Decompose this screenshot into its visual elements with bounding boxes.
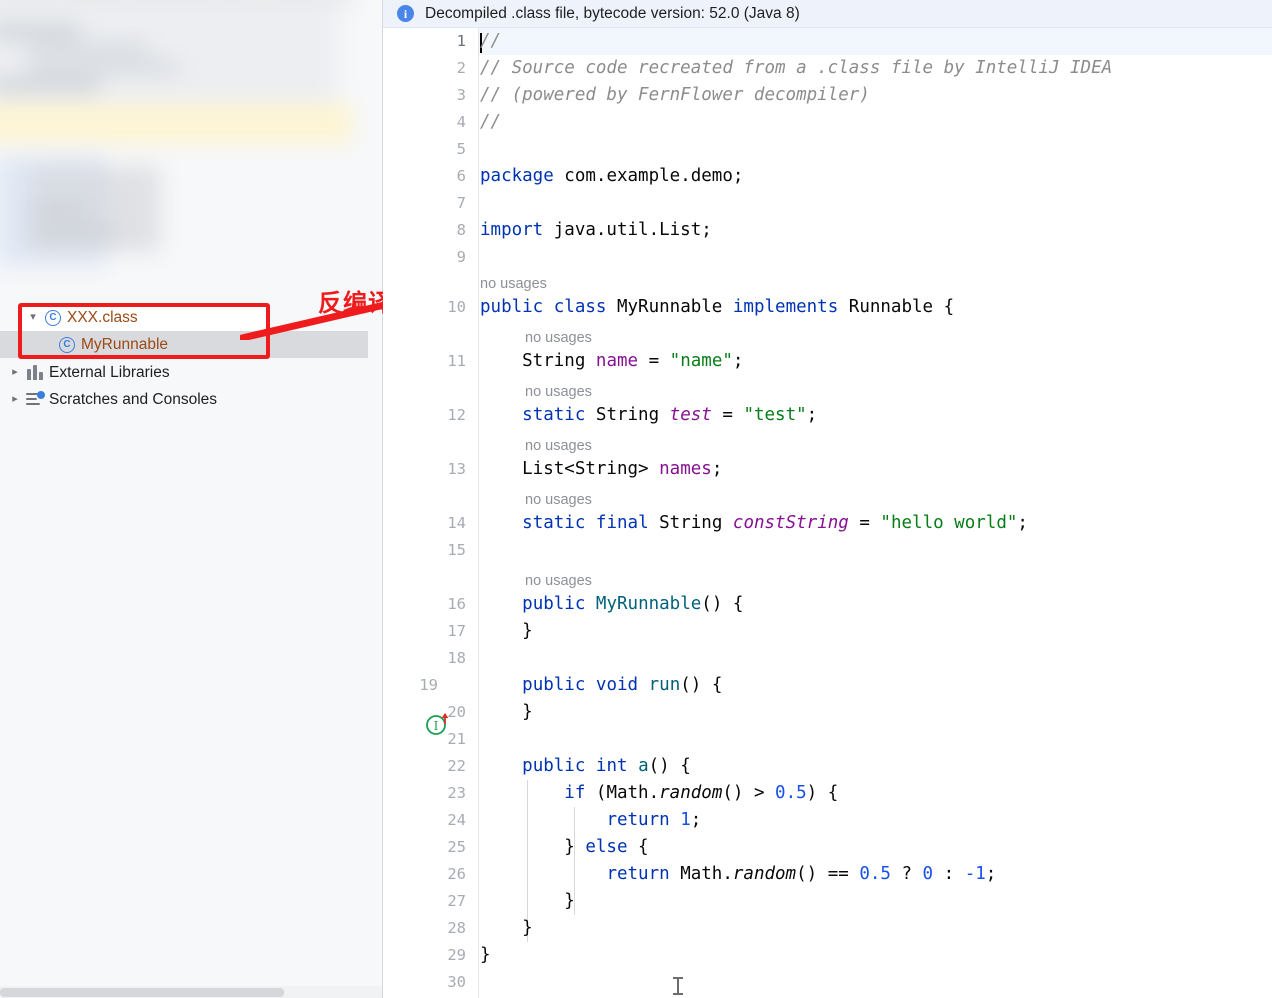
code-text-pane[interactable]: // // Source code recreated from a .clas…: [480, 28, 1272, 998]
code-line: static String test = "test";: [480, 402, 817, 429]
usage-hint: no usages: [525, 381, 592, 404]
usage-hint: no usages: [525, 570, 592, 593]
line-number: 16: [447, 591, 466, 618]
tree-item-label: Scratches and Consoles: [46, 391, 217, 409]
code-line: }: [480, 888, 575, 915]
code-line: }: [480, 915, 533, 942]
chevron-down-icon[interactable]: ▾: [24, 312, 42, 323]
line-number: 28: [447, 915, 466, 942]
implementing-method-marker[interactable]: I: [425, 712, 451, 736]
line-number: 10: [447, 294, 466, 321]
code-line: //: [480, 28, 501, 55]
library-icon: [24, 365, 46, 380]
line-number: 1: [457, 28, 466, 55]
code-editor[interactable]: i Decompiled .class file, bytecode versi…: [383, 0, 1272, 998]
line-number: 22: [447, 753, 466, 780]
line-number: 11: [447, 348, 466, 375]
tree-item-scratches-and-consoles[interactable]: ▸ Scratches and Consoles: [0, 386, 383, 413]
ide-window: ▾ C XXX.class C MyRunnable ▸ External Li…: [0, 0, 1272, 998]
decompiled-notice-bar: i Decompiled .class file, bytecode versi…: [383, 0, 1272, 28]
usage-hint: no usages: [480, 273, 547, 296]
line-number: 7: [457, 190, 466, 217]
code-line: if (Math.random() > 0.5) {: [480, 780, 838, 807]
tree-item-external-libraries[interactable]: ▸ External Libraries: [0, 359, 383, 386]
code-line: }: [480, 699, 533, 726]
usage-hint: no usages: [525, 489, 592, 512]
scratches-icon: [24, 392, 46, 407]
tree-item-label: MyRunnable: [78, 336, 168, 354]
code-area[interactable]: 1 2 3 4 5 6 7 8 9 10 11 12 13 14 15 16 1…: [383, 28, 1272, 998]
line-number-gutter[interactable]: 1 2 3 4 5 6 7 8 9 10 11 12 13 14 15 16 1…: [383, 28, 479, 998]
code-line: public int a() {: [480, 753, 691, 780]
project-tree-panel[interactable]: ▾ C XXX.class C MyRunnable ▸ External Li…: [0, 0, 383, 998]
code-line: public void run() {: [480, 672, 722, 699]
line-number: 17: [447, 618, 466, 645]
code-line: String name = "name";: [480, 348, 743, 375]
code-line: static final String constString = "hello…: [480, 510, 1028, 537]
redacted-panel-region: [0, 0, 383, 300]
tree-item-label: XXX.class: [64, 309, 138, 327]
line-number: 5: [457, 136, 466, 163]
usage-hint: no usages: [525, 327, 592, 350]
line-number: 27: [447, 888, 466, 915]
line-number: 2: [457, 55, 466, 82]
line-number: 24: [447, 807, 466, 834]
line-number: 12: [447, 402, 466, 429]
sidebar-horizontal-scrollbar[interactable]: [0, 986, 383, 998]
line-number: 8: [457, 217, 466, 244]
code-line: } else {: [480, 834, 649, 861]
code-line: // Source code recreated from a .class f…: [480, 55, 1112, 82]
line-number: 4: [457, 109, 466, 136]
line-number: 29: [447, 942, 466, 969]
scrollbar-thumb[interactable]: [0, 988, 284, 997]
class-icon: C: [56, 337, 78, 353]
code-line: List<String> names;: [480, 456, 722, 483]
line-number: 23: [447, 780, 466, 807]
line-number: 19: [419, 672, 438, 699]
class-icon: C: [42, 310, 64, 326]
code-line: return Math.random() == 0.5 ? 0 : -1;: [480, 861, 996, 888]
annotation-label: 反编译: [318, 283, 393, 318]
tree-item-label: External Libraries: [46, 364, 170, 382]
line-number: 30: [447, 969, 466, 996]
line-number: 13: [447, 456, 466, 483]
line-number: 6: [457, 163, 466, 190]
code-line: public class MyRunnable implements Runna…: [480, 294, 954, 321]
code-line: }: [480, 942, 491, 969]
line-number: 14: [447, 510, 466, 537]
text-cursor-pointer: [670, 975, 686, 997]
code-line: }: [480, 618, 533, 645]
svg-text:I: I: [434, 719, 439, 733]
code-line: //: [480, 109, 501, 136]
line-number: 9: [457, 244, 466, 271]
line-number: 3: [457, 82, 466, 109]
line-number: 18: [447, 645, 466, 672]
code-line: import java.util.List;: [480, 217, 712, 244]
code-line: package com.example.demo;: [480, 163, 743, 190]
chevron-right-icon[interactable]: ▸: [6, 367, 24, 378]
line-number: 25: [447, 834, 466, 861]
info-icon: i: [397, 5, 414, 22]
notice-text: Decompiled .class file, bytecode version…: [425, 5, 800, 23]
chevron-right-icon[interactable]: ▸: [6, 394, 24, 405]
code-line: // (powered by FernFlower decompiler): [480, 82, 870, 109]
line-number: 15: [447, 537, 466, 564]
usage-hint: no usages: [525, 435, 592, 458]
code-line: public MyRunnable() {: [480, 591, 743, 618]
code-line: return 1;: [480, 807, 701, 834]
line-number: 26: [447, 861, 466, 888]
tree-item-xxx-class[interactable]: ▾ C XXX.class: [18, 304, 268, 331]
